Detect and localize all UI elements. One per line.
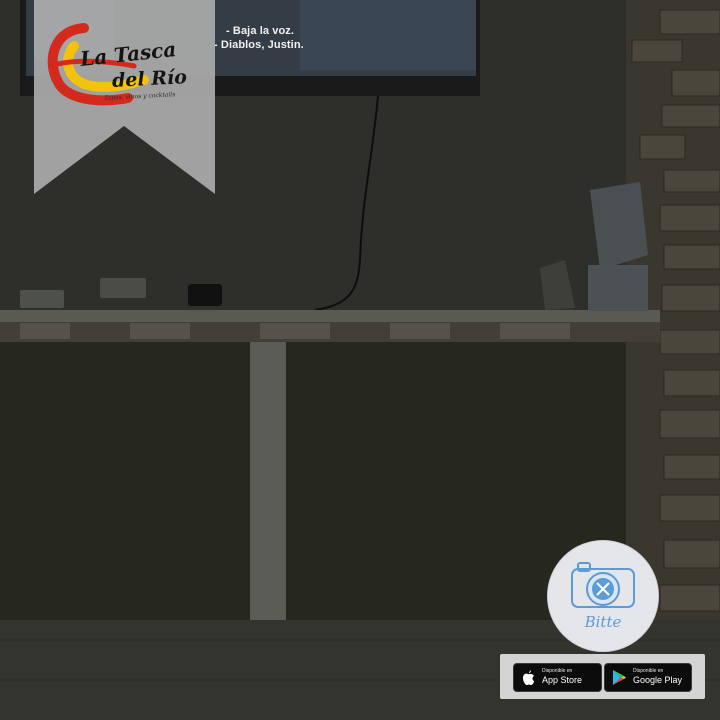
router-device bbox=[188, 284, 222, 306]
app-store-label: App Store bbox=[542, 675, 583, 685]
logo-text-del-rio: del Río bbox=[111, 66, 188, 92]
google-play-button[interactable]: Disponible en Google Play bbox=[604, 663, 692, 692]
counter-leg bbox=[250, 342, 286, 634]
tv-subtitle-line-2: - Diablos, Justin. bbox=[214, 39, 304, 51]
bitte-label: Bitte bbox=[584, 613, 622, 631]
photo-scene: - Baja la voz. - Diablos, Justin. La Tas… bbox=[0, 0, 720, 720]
wall-lower bbox=[0, 340, 640, 620]
app-store-small-label: Disponible en bbox=[542, 668, 573, 674]
apple-icon bbox=[523, 670, 534, 685]
plastic-bag bbox=[590, 182, 648, 270]
plate bbox=[20, 290, 64, 308]
google-play-icon bbox=[613, 670, 626, 685]
container bbox=[588, 265, 648, 311]
app-store-button[interactable]: Disponible en App Store bbox=[513, 663, 602, 692]
bitte-badge[interactable]: Bitte bbox=[547, 540, 659, 652]
store-badges-bar: Disponible en App Store Disponible en Go… bbox=[500, 654, 705, 699]
google-play-small-label: Disponible en bbox=[633, 668, 664, 674]
camera-with-cutlery-icon bbox=[571, 562, 635, 608]
tv-screen-figure bbox=[300, 0, 476, 70]
tv-subtitle-line-1: - Baja la voz. bbox=[226, 25, 295, 37]
google-play-label: Google Play bbox=[633, 675, 683, 685]
counter-top bbox=[0, 310, 660, 322]
small-box bbox=[100, 278, 146, 298]
